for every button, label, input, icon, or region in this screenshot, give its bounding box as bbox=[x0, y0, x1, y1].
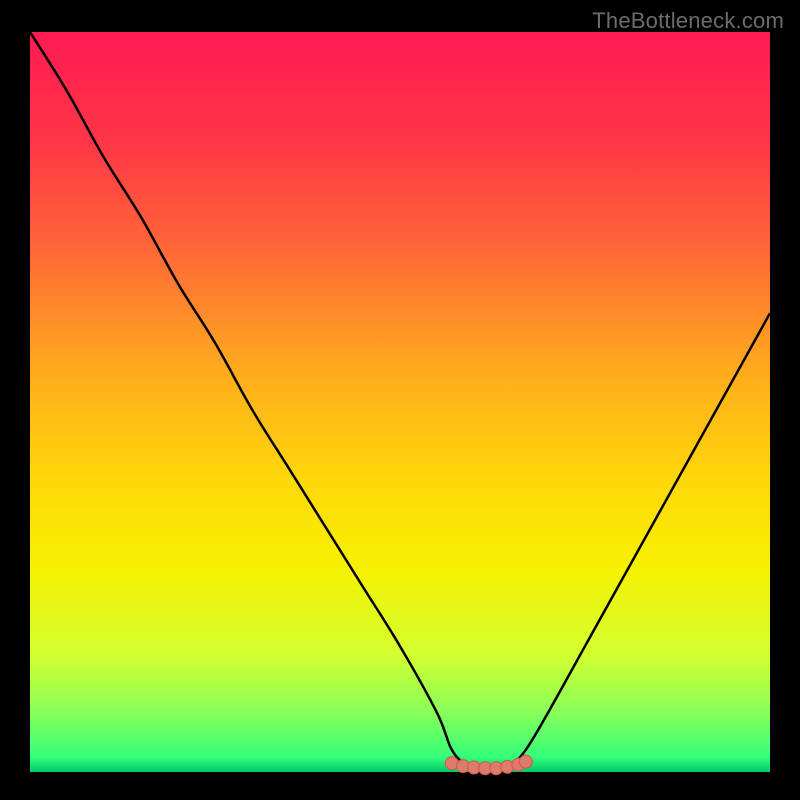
flat-marker bbox=[519, 755, 532, 768]
plot-background bbox=[30, 32, 770, 772]
chart-frame: TheBottleneck.com bbox=[0, 0, 800, 800]
bottleneck-chart bbox=[0, 0, 800, 800]
watermark-text: TheBottleneck.com bbox=[592, 8, 784, 34]
